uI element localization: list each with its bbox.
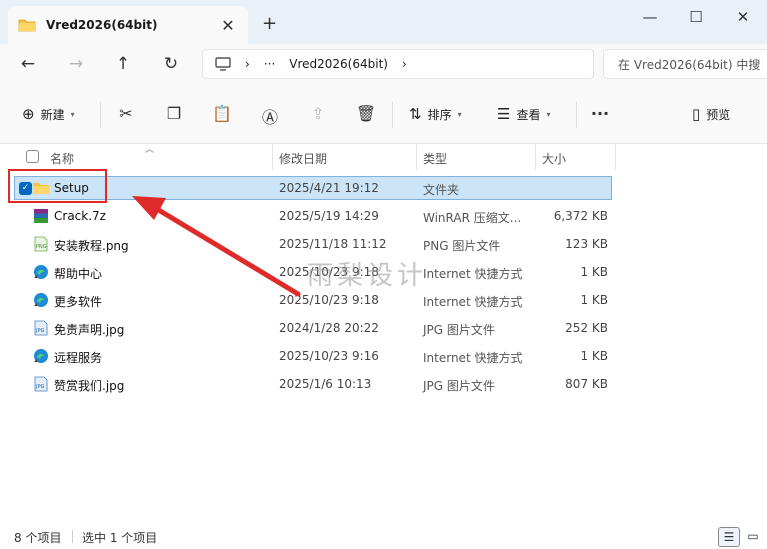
details-view-icon[interactable]: ☰ <box>718 527 740 547</box>
selection-count: 选中 1 个项目 <box>82 531 158 545</box>
item-count: 8 个项目 <box>14 531 62 545</box>
status-bar: 8 个项目 选中 1 个项目 ☰ ▭ <box>0 524 767 549</box>
divider <box>72 530 73 543</box>
tiles-view-icon[interactable]: ▭ <box>742 527 764 547</box>
watermark-text: 雨梨设计 <box>307 261 428 291</box>
